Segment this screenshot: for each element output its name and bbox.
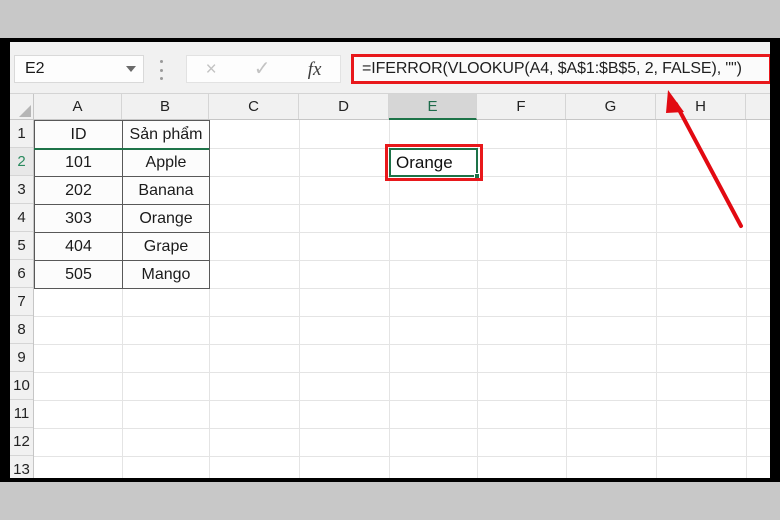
table-data-cell[interactable]: Banana (122, 176, 210, 205)
row-header-3[interactable]: 3 (10, 176, 33, 204)
gridline-vertical (566, 120, 567, 478)
name-box[interactable]: E2 (14, 55, 144, 83)
row-header-13[interactable]: 13 (10, 456, 33, 478)
select-all-triangle-icon (19, 105, 31, 117)
gridline-horizontal (34, 400, 770, 401)
table-data-cell[interactable]: 101 (34, 148, 123, 177)
formula-action-group: × ✓ fx (186, 55, 341, 83)
confirm-icon[interactable]: ✓ (254, 59, 271, 79)
row-header-1[interactable]: 1 (10, 120, 33, 148)
table-data-cell[interactable]: Apple (122, 148, 210, 177)
column-header-f[interactable]: F (477, 94, 566, 119)
screenshot-stage: E2 × ✓ fx =IFERROR(VLOOKUP(A4, $A$1:$B$5… (0, 0, 780, 520)
table-data-cell[interactable]: Mango (122, 260, 210, 289)
row-header-8[interactable]: 8 (10, 316, 33, 344)
insert-function-icon[interactable]: fx (308, 60, 322, 79)
column-header-c[interactable]: C (209, 94, 299, 119)
column-header-d[interactable]: D (299, 94, 389, 119)
table-data-cell[interactable]: Grape (122, 232, 210, 261)
gridline-vertical (746, 120, 747, 478)
row-header-6[interactable]: 6 (10, 260, 33, 288)
table-data-cell[interactable]: 202 (34, 176, 123, 205)
active-cell-highlight-box (385, 144, 483, 181)
column-header-b[interactable]: B (122, 94, 209, 119)
row-header-2[interactable]: 2 (10, 148, 33, 176)
more-options-icon[interactable] (158, 60, 164, 80)
formula-text: =IFERROR(VLOOKUP(A4, $A$1:$B$5, 2, FALSE… (362, 60, 742, 77)
table-data-cell[interactable]: 404 (34, 232, 123, 261)
table-data-cell[interactable]: Orange (122, 204, 210, 233)
row-header-7[interactable]: 7 (10, 288, 33, 316)
gridline-vertical (299, 120, 300, 478)
column-header-g[interactable]: G (566, 94, 656, 119)
chevron-down-icon[interactable] (126, 66, 136, 72)
cell-area[interactable]: ID Sản phẩm 101 Apple 202 Banana 303 Orange 404 G… (34, 120, 770, 478)
gridline-horizontal (34, 316, 770, 317)
column-header-h[interactable]: H (656, 94, 746, 119)
row-header-4[interactable]: 4 (10, 204, 33, 232)
select-all-button[interactable] (10, 94, 34, 119)
table-data-cell[interactable]: 303 (34, 204, 123, 233)
row-header-9[interactable]: 9 (10, 344, 33, 372)
gridline-horizontal (34, 456, 770, 457)
row-header-10[interactable]: 10 (10, 372, 33, 400)
row-header-column: 1 2 3 4 5 6 7 8 9 10 11 12 13 (10, 120, 34, 478)
table-header-cell[interactable]: Sản phẩm (122, 120, 210, 149)
table-header-cell[interactable]: ID (34, 120, 123, 149)
name-box-value: E2 (25, 60, 45, 77)
gridline-horizontal (34, 372, 770, 373)
cancel-icon[interactable]: × (206, 60, 217, 79)
gridline-vertical (656, 120, 657, 478)
column-header-row: ABCDEFGH (10, 94, 770, 120)
gridline-horizontal (34, 428, 770, 429)
formula-input[interactable]: =IFERROR(VLOOKUP(A4, $A$1:$B$5, 2, FALSE… (351, 54, 770, 84)
column-header-a[interactable]: A (34, 94, 122, 119)
column-header-e[interactable]: E (389, 94, 477, 120)
active-row-indicator (34, 148, 209, 150)
formula-bar: E2 × ✓ fx =IFERROR(VLOOKUP(A4, $A$1:$B$5… (10, 42, 770, 94)
row-header-11[interactable]: 11 (10, 400, 33, 428)
worksheet-grid: ABCDEFGH 1 2 3 4 5 6 7 8 9 10 11 12 13 ID Sản phẩm 101… (10, 94, 770, 478)
row-header-5[interactable]: 5 (10, 232, 33, 260)
gridline-horizontal (34, 344, 770, 345)
table-data-cell[interactable]: 505 (34, 260, 123, 289)
excel-window: E2 × ✓ fx =IFERROR(VLOOKUP(A4, $A$1:$B$5… (10, 42, 770, 478)
row-header-12[interactable]: 12 (10, 428, 33, 456)
